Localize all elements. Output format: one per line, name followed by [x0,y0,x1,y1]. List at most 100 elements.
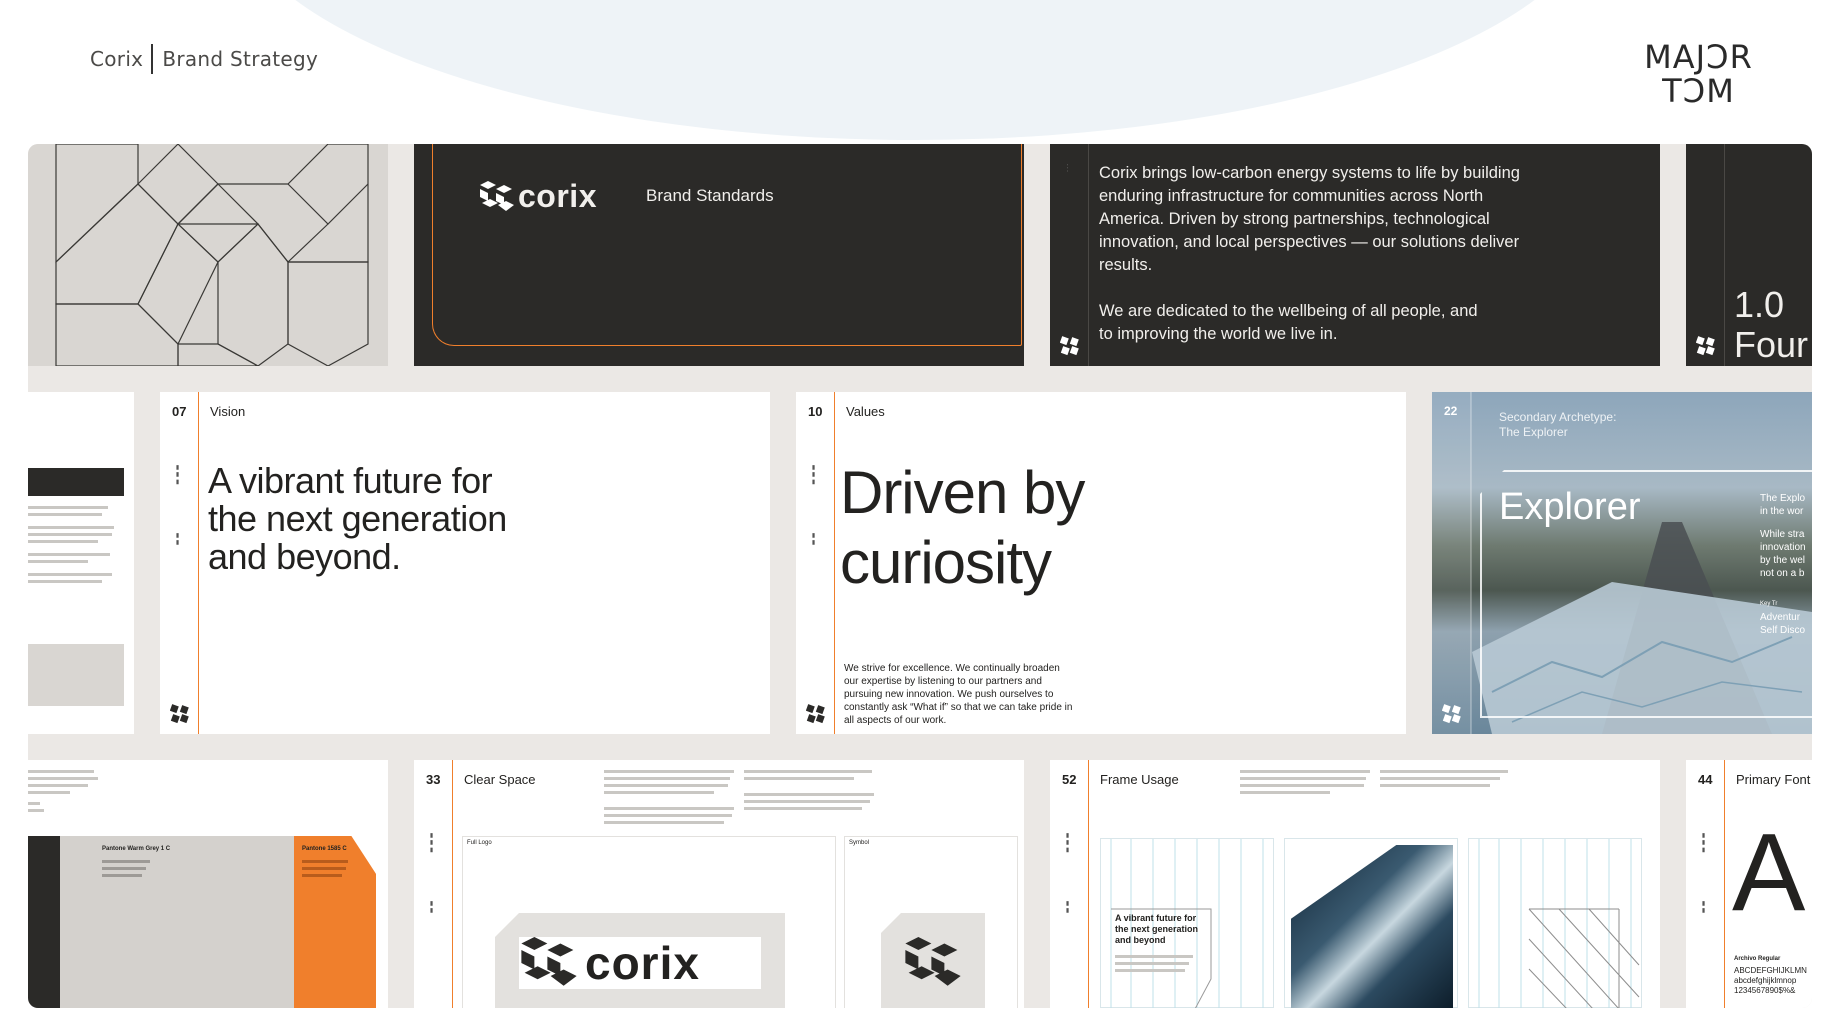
slide-label: Vision [210,404,246,419]
body-text-placeholder [744,770,874,814]
corix-symbol-icon [1695,336,1716,356]
grey-block [28,644,124,706]
geometric-pattern [55,144,369,366]
rail-tag: ▮▮ [174,532,180,547]
text-page-slide[interactable] [28,392,134,734]
body-text-placeholder [28,770,98,816]
clear-space-zone [881,913,985,1008]
brand-name: Corix [90,47,144,71]
slide-label: Values [846,404,885,419]
body-text-placeholder [1380,770,1510,791]
background-shape [225,0,1605,140]
swatch-name: Pantone 1585 C [302,846,347,852]
rail-tag: ▮▮▮ [810,464,816,486]
body-text-placeholder [604,770,734,828]
full-logo-box: Full Logo corix [462,836,836,1008]
slide-board: corix Brand Standards · · · Corix brings… [28,144,1812,1008]
vision-slide[interactable]: 07 Vision ▮▮▮ ▮▮ A vibrant future for th… [160,392,770,734]
archetype-side-text: The Explo in the wor While stra innovati… [1760,493,1806,636]
archetype-caption: Secondary Archetype: The Explorer [1499,410,1617,439]
body-text-placeholder [28,506,124,587]
corix-wordmark: corix [518,178,597,214]
font-name: Archivo Regular [1734,956,1781,962]
pattern-slide[interactable] [28,144,388,366]
clear-space-slide[interactable]: 33 Clear Space ▮▮▮ ▮▮ Full Logo corix Sy… [414,760,1024,1008]
grid-lines [1478,839,1640,1008]
agency-logo-line1: MAJϽR [1644,38,1753,76]
rail-tag: ▮▮▮ [428,832,434,854]
box-label: Full Logo [467,840,492,846]
frame-example-text: A vibrant future for the next generation… [1100,838,1274,1008]
slide-rail [796,392,835,734]
rail-tag: ▮▮ [428,900,434,915]
section-number: 1.0 [1734,284,1785,325]
rail-tag: ▮▮▮ [174,464,180,486]
rail-tag: · · · [1064,164,1070,172]
agency-logo[interactable]: MAJϽR TϽM [1636,40,1761,108]
box-label: Symbol [849,840,870,846]
corix-logo: corix [480,178,597,215]
agency-logo-line2: TϽM [1662,72,1735,110]
frame-example-pattern [1468,838,1642,1008]
clear-space-zone: corix [495,913,785,1008]
values-headline: Driven by curiosity [840,459,1085,596]
cover-frame [432,144,1022,346]
palette-slide[interactable]: Pantone Warm Grey 1 C Pantone 1585 C [28,760,388,1008]
title-divider [151,44,154,74]
foundation-slide[interactable]: 1.0 Four [1686,144,1812,366]
page-number: 22 [1444,404,1458,418]
cover-subtitle: Brand Standards [646,186,774,205]
slide-label: Clear Space [464,772,536,787]
slide-label: Primary Font [1736,772,1811,787]
page-number: 07 [172,404,187,419]
rail-tag: ▮▮ [1064,900,1070,915]
swatch-warm-grey: Pantone Warm Grey 1 C [60,836,294,1008]
section-title: Four [1734,324,1809,365]
corix-wordmark: corix [585,937,700,989]
section-title: Brand Strategy [162,47,319,71]
frame-headline: A vibrant future for the next generation… [1115,913,1199,945]
slide-label: Frame Usage [1100,772,1179,787]
page-number: 10 [808,404,823,419]
frame-usage-slide[interactable]: 52 Frame Usage ▮▮▮ ▮▮ A vibrant future f… [1050,760,1660,1008]
slide-rail [160,392,199,734]
swatch-orange: Pantone 1585 C [294,836,376,1008]
values-slide[interactable]: 10 Values ▮▮▮ ▮▮ Driven by curiosity We … [796,392,1406,734]
archetype-headline: Explorer [1499,486,1641,528]
corix-symbol-icon [480,180,514,211]
values-body: We strive for excellence. We continually… [844,663,1073,726]
slide-rail [1686,144,1725,366]
ocean-photo [1291,845,1453,1008]
cover-slide[interactable]: corix Brand Standards [414,144,1024,366]
corix-symbol-icon [521,937,577,986]
primary-font-slide[interactable]: 44 Primary Font ▮▮▮ ▮▮ A Archivo Regular… [1686,760,1812,1008]
corix-logo: corix [519,937,761,989]
rail-tag: ▮▮ [1700,900,1706,915]
font-character-set: ABCDEFGHIJKLMN abcdefghijklmnop 12345678… [1734,966,1807,995]
swatch-dark [28,836,60,1008]
vision-headline: A vibrant future for the next generation… [208,460,507,577]
slide-rail [414,760,453,1008]
slide-rail [1050,760,1089,1008]
frame-example-photo [1284,838,1458,1008]
font-specimen-glyph: A [1732,811,1806,934]
corix-symbol-icon [905,937,961,986]
corix-symbol-icon [1441,704,1462,724]
rail-tag: ▮▮▮ [1700,832,1706,854]
body-text-placeholder [1240,770,1370,798]
rail-tag: ▮▮▮ [1064,832,1070,854]
rail-tag: ▮▮ [810,532,816,547]
document-title: Corix Brand Strategy [90,44,318,74]
corix-symbol-icon [1059,336,1080,356]
symbol-box: Symbol [844,836,1018,1008]
page-number: 33 [426,772,441,787]
corix-symbol-icon [805,704,826,724]
mission-slide[interactable]: · · · Corix brings low-carbon energy sys… [1050,144,1660,366]
mission-paragraph-1: Corix brings low-carbon energy systems t… [1099,164,1520,274]
dark-band [28,468,124,496]
page-number: 44 [1698,772,1713,787]
corix-symbol-icon [169,704,190,724]
page-number: 52 [1062,772,1077,787]
archetype-slide[interactable]: 22 Secondary Archetype: The Explorer Exp… [1432,392,1812,734]
mission-paragraph-2: We are dedicated to the wellbeing of all… [1099,302,1478,343]
